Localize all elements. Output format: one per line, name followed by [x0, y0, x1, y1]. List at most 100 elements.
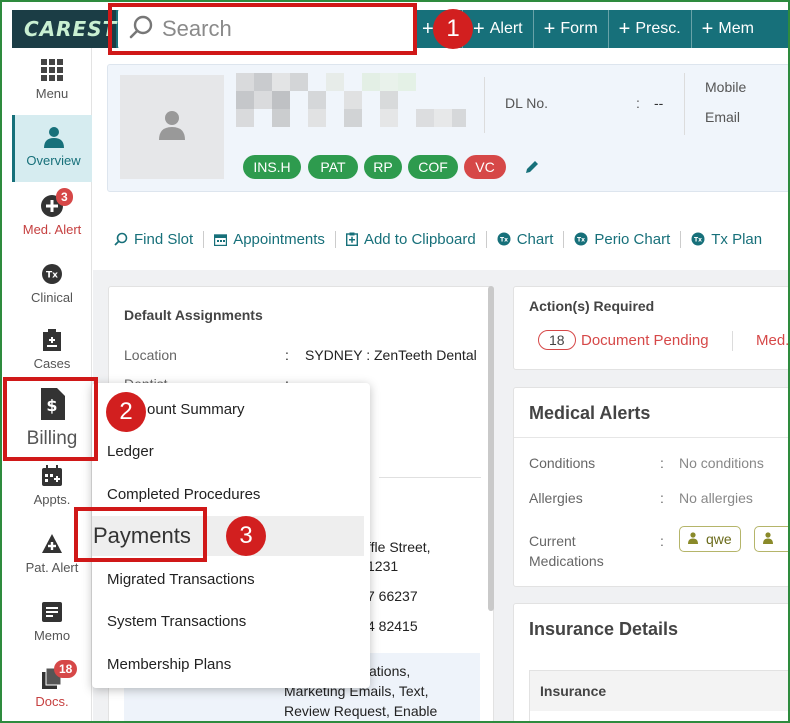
- preferences-line-3: Review Request, Enable: [284, 703, 438, 719]
- scrollbar[interactable]: [488, 286, 494, 611]
- sidebar-item-docs[interactable]: 18 Docs.: [12, 660, 92, 716]
- nav-add-to-clipboard[interactable]: Add to Clipboard: [334, 230, 486, 248]
- nav-link-label: Add to Clipboard: [363, 230, 476, 248]
- sidebar-item-med-alert[interactable]: 3 Med. Alert: [12, 188, 92, 244]
- menu-item-label: ount Summary: [147, 400, 245, 418]
- sidebar-item-cases[interactable]: Cases: [12, 328, 92, 378]
- dl-label: DL No.: [505, 95, 549, 111]
- nav-tx-plan[interactable]: Tx Tx Plan: [680, 230, 772, 248]
- sidebar-item-clinical[interactable]: Tx Clinical: [12, 262, 92, 312]
- email-label: Email: [705, 109, 741, 125]
- dl-value: --: [654, 95, 664, 111]
- docs-icon: 18: [40, 660, 78, 690]
- top-action-memo[interactable]: + Mem: [690, 10, 764, 48]
- menu-item-migrated-transactions[interactable]: Migrated Transactions: [92, 559, 370, 599]
- patient-tag-vc[interactable]: VC: [464, 155, 506, 179]
- address-line-2: 1231: [367, 558, 399, 574]
- document-pending-link[interactable]: Document Pending: [581, 332, 709, 349]
- medical-alerts-card: Medical Alerts Conditions : No condition…: [513, 387, 790, 587]
- sidebar-item-label: Med. Alert: [22, 222, 82, 237]
- clipboard-icon: [345, 232, 358, 246]
- svg-text:Tx: Tx: [46, 271, 58, 281]
- plus-icon: +: [618, 18, 631, 40]
- nav-find-slot[interactable]: Find Slot: [110, 231, 203, 248]
- step-badge-1: 1: [433, 9, 473, 49]
- divider: [732, 331, 733, 351]
- tx-icon: Tx: [497, 232, 511, 246]
- plus-circle-icon: 3: [40, 188, 73, 218]
- nav-link-label: Find Slot: [134, 230, 194, 248]
- plus-icon: +: [422, 18, 434, 40]
- memo-icon: [40, 600, 64, 624]
- card-title: Default Assignments: [124, 307, 263, 323]
- sidebar-item-label: Overview: [26, 153, 81, 168]
- medication-pill[interactable]: [754, 526, 790, 552]
- sidebar-item-memo[interactable]: Memo: [12, 600, 92, 650]
- patient-tag-rp[interactable]: RP: [364, 155, 402, 179]
- app-logo[interactable]: CAREST: [12, 10, 116, 48]
- allergies-separator: :: [660, 490, 664, 506]
- edit-pencil-icon[interactable]: [524, 159, 540, 180]
- location-separator: :: [285, 347, 289, 363]
- patient-tag-pat[interactable]: PAT: [308, 155, 358, 179]
- nav-perio-chart[interactable]: Tx Perio Chart: [563, 230, 680, 248]
- sidebar-item-label: Cases: [33, 356, 71, 371]
- top-action-label: Alert: [489, 20, 523, 37]
- menu-item-membership-plans[interactable]: Membership Plans: [92, 644, 370, 684]
- person-icon: [42, 125, 66, 149]
- conditions-value: No conditions: [679, 455, 764, 471]
- sidebar-item-menu[interactable]: Menu: [12, 58, 92, 110]
- sidebar-item-overview[interactable]: Overview: [12, 115, 92, 182]
- top-action-label: Mem: [718, 20, 754, 37]
- top-action-label: Presc.: [635, 20, 681, 37]
- table-header-insurance: Insurance: [540, 683, 607, 699]
- patient-tag-cof[interactable]: COF: [408, 155, 458, 179]
- calendar-icon: [214, 233, 228, 246]
- medication-name: qwe: [706, 531, 732, 547]
- medication-pill[interactable]: qwe: [679, 526, 741, 552]
- card-title: Action(s) Required: [529, 298, 655, 314]
- sidebar-item-label: Appts.: [33, 492, 71, 507]
- address-line-1: ffle Street,: [367, 539, 431, 555]
- menu-item-label: Migrated Transactions: [107, 570, 255, 588]
- avatar[interactable]: [120, 75, 224, 179]
- grid-icon: [40, 58, 64, 82]
- menu-item-label: Membership Plans: [107, 655, 232, 673]
- person-icon: [688, 531, 698, 547]
- table-row: [530, 711, 790, 723]
- top-action-presc[interactable]: + Presc.: [607, 10, 691, 48]
- header-divider: [484, 77, 485, 133]
- medications-separator: :: [660, 533, 664, 549]
- med-alert-link[interactable]: Med.: [756, 332, 789, 349]
- plus-icon: +: [543, 18, 556, 40]
- header-divider: [684, 73, 685, 135]
- nav-appointments[interactable]: Appointments: [203, 230, 335, 248]
- tx-icon: Tx: [574, 232, 588, 246]
- patient-tag-insh[interactable]: INS.H: [243, 155, 301, 179]
- plus-icon: +: [701, 18, 714, 40]
- section-title: Insurance Details: [529, 619, 679, 639]
- location-label: Location: [124, 347, 177, 363]
- document-pending-count[interactable]: 18: [538, 330, 576, 350]
- mobile-label: Mobile: [705, 79, 747, 95]
- top-action-form[interactable]: + Form: [532, 10, 608, 48]
- search-icon: [114, 232, 128, 246]
- svg-text:Tx: Tx: [577, 237, 585, 244]
- nav-chart[interactable]: Tx Chart: [485, 230, 564, 248]
- annotation-box-payments: [74, 507, 207, 562]
- patient-header: INS.H PAT RP COF VC DL No. : -- Mobile E…: [107, 64, 790, 192]
- docs-badge: 18: [54, 660, 78, 678]
- phone-value-1: 7 66237: [367, 588, 418, 604]
- divider: [379, 477, 481, 478]
- menu-item-label: System Transactions: [107, 612, 247, 630]
- sidebar-item-label: Clinical: [31, 290, 73, 305]
- dl-separator: :: [636, 95, 640, 111]
- menu-item-system-transactions[interactable]: System Transactions: [92, 601, 370, 641]
- medications-label-2: Medications: [529, 553, 604, 569]
- menu-item-label: Ledger: [107, 442, 154, 460]
- menu-item-ledger[interactable]: Ledger: [92, 431, 370, 471]
- clipboard-icon: [40, 328, 64, 352]
- top-action-label: Form: [560, 20, 598, 37]
- divider: [514, 437, 790, 438]
- tx-icon: Tx: [691, 232, 705, 246]
